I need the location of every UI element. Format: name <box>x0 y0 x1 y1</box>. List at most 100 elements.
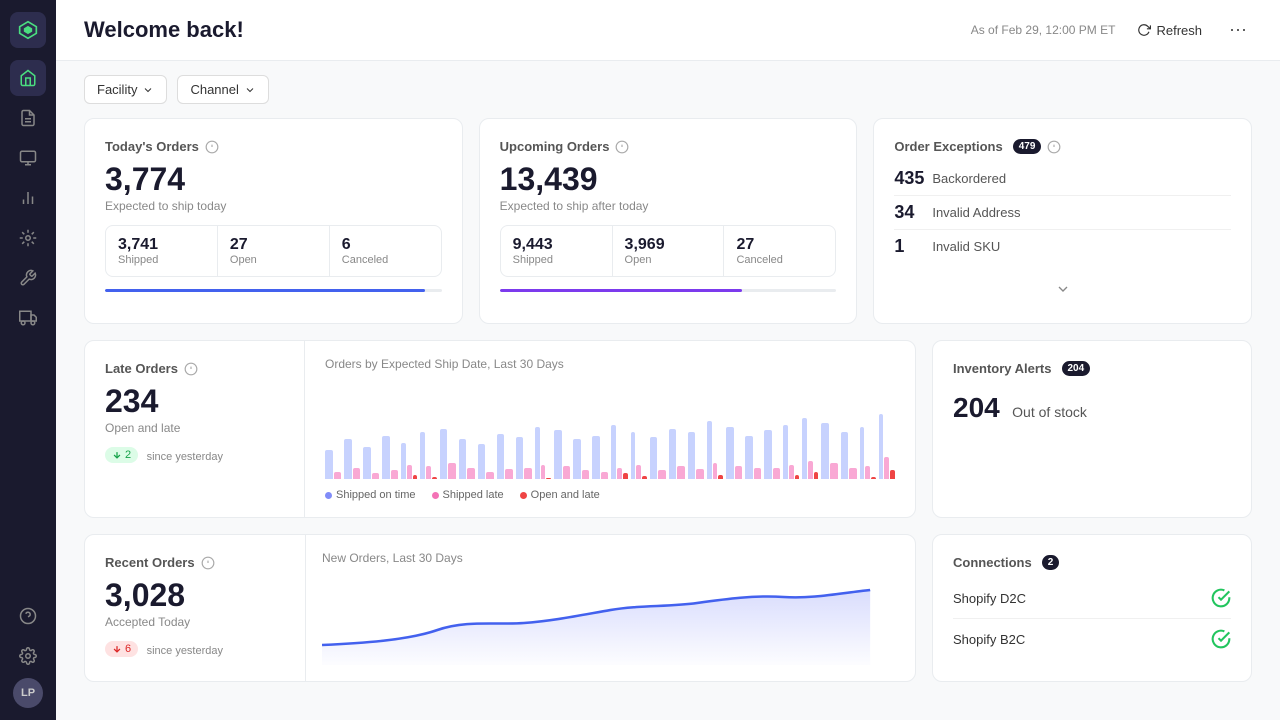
legend-shipped-on-time: Shipped on time <box>325 489 416 501</box>
top-cards-row: Today's Orders 3,774 Expected to ship to… <box>84 118 1252 324</box>
bar-group <box>401 443 417 479</box>
bar-group <box>821 423 837 479</box>
inventory-count: 204 <box>953 392 1000 423</box>
app-logo <box>10 12 46 48</box>
upcoming-orders-metric: 13,439 <box>500 162 837 197</box>
sidebar-item-orders[interactable] <box>10 100 46 136</box>
bar-group <box>344 439 360 479</box>
user-avatar[interactable]: LP <box>13 678 43 708</box>
info-icon[interactable] <box>615 140 629 154</box>
bar <box>546 478 551 479</box>
connections-card: Connections 2 Shopify D2C Shopify B2C <box>932 534 1252 682</box>
shipped-stat: 3,741 Shipped <box>106 226 218 276</box>
bar-group <box>707 421 723 479</box>
sidebar-item-shipping[interactable] <box>10 300 46 336</box>
bar-group <box>745 436 761 479</box>
bar <box>821 423 829 479</box>
bar-group <box>879 414 895 479</box>
late-orders-chart: Orders by Expected Ship Date, Last 30 Da… <box>305 341 915 517</box>
refresh-icon <box>1137 23 1151 37</box>
bar <box>334 472 342 479</box>
late-orders-delta: 2 <box>105 447 138 463</box>
bar-group <box>516 437 532 479</box>
more-options-button[interactable]: ⋯ <box>1224 16 1252 44</box>
card-title: Connections <box>953 555 1032 570</box>
bar <box>669 429 677 479</box>
sidebar-item-reports[interactable] <box>10 180 46 216</box>
bar <box>478 444 486 479</box>
chevron-down-icon <box>1055 281 1071 297</box>
card-header: Connections 2 <box>953 555 1231 570</box>
chart-area-fill <box>322 590 870 665</box>
bar <box>344 439 352 479</box>
bar <box>467 468 475 479</box>
header-actions: As of Feb 29, 12:00 PM ET Refresh ⋯ <box>971 16 1252 44</box>
channel-filter[interactable]: Channel <box>177 75 268 104</box>
legend-dot <box>520 492 527 499</box>
bar <box>582 470 590 479</box>
bar <box>372 473 380 479</box>
bar-group <box>554 430 570 479</box>
sidebar-item-settings[interactable] <box>10 638 46 674</box>
card-header: Late Orders <box>105 361 284 376</box>
expand-exceptions-button[interactable] <box>1049 275 1077 303</box>
refresh-button[interactable]: Refresh <box>1127 17 1212 44</box>
bar <box>841 432 849 479</box>
bar-group <box>650 437 666 479</box>
bar <box>524 468 532 480</box>
canceled-stat: 27 Canceled <box>724 226 835 276</box>
bar <box>459 439 467 479</box>
shipped-stat: 9,443 Shipped <box>501 226 613 276</box>
bar-group <box>382 436 398 479</box>
info-icon[interactable] <box>201 556 215 570</box>
card-header: Recent Orders <box>105 555 285 570</box>
bar <box>849 468 857 479</box>
filters-bar: Facility Channel <box>56 61 1280 118</box>
late-orders-sub: Open and late <box>105 421 284 435</box>
sidebar-item-integrations[interactable] <box>10 220 46 256</box>
delta-label: since yesterday <box>147 645 223 657</box>
bar <box>601 472 609 479</box>
main-content: Welcome back! As of Feb 29, 12:00 PM ET … <box>56 0 1280 720</box>
info-icon[interactable] <box>1047 140 1061 154</box>
card-header: Inventory Alerts 204 <box>953 361 1231 376</box>
bar-group <box>764 430 780 479</box>
inventory-badge: 204 <box>1062 361 1091 376</box>
bar <box>726 427 734 479</box>
recent-orders-chart-area: New Orders, Last 30 Days <box>305 535 915 681</box>
todays-orders-card: Today's Orders 3,774 Expected to ship to… <box>84 118 463 324</box>
card-header: Order Exceptions 479 <box>894 139 1231 154</box>
late-orders-left: Late Orders 234 Open and late 2 since ye… <box>85 341 305 517</box>
sidebar-item-help[interactable] <box>10 598 46 634</box>
bar <box>830 463 838 479</box>
bar <box>718 475 723 479</box>
bar-group <box>611 425 627 479</box>
exceptions-badge: 479 <box>1013 139 1042 154</box>
sidebar-item-tools[interactable] <box>10 260 46 296</box>
card-title: Late Orders <box>105 361 178 376</box>
sidebar-item-inventory[interactable] <box>10 140 46 176</box>
bar <box>773 468 781 480</box>
bar <box>592 436 600 479</box>
timestamp: As of Feb 29, 12:00 PM ET <box>971 23 1116 37</box>
bar-chart <box>325 381 895 481</box>
upcoming-orders-card: Upcoming Orders 13,439 Expected to ship … <box>479 118 858 324</box>
bar-group <box>497 434 513 479</box>
info-icon[interactable] <box>205 140 219 154</box>
check-circle-icon <box>1211 629 1231 649</box>
sidebar-item-home[interactable] <box>10 60 46 96</box>
facility-filter[interactable]: Facility <box>84 75 167 104</box>
bar <box>764 430 772 479</box>
card-title: Recent Orders <box>105 555 195 570</box>
exception-row-invalid-address: 34 Invalid Address <box>894 196 1231 230</box>
bar-group <box>573 439 589 479</box>
legend-dot <box>432 492 439 499</box>
bar <box>650 437 658 479</box>
exception-row-invalid-sku: 1 Invalid SKU <box>894 230 1231 263</box>
todays-orders-stats: 3,741 Shipped 27 Open 6 Canceled <box>105 225 442 277</box>
bar <box>486 472 494 479</box>
upcoming-orders-stats: 9,443 Shipped 3,969 Open 27 Canceled <box>500 225 837 277</box>
bar <box>795 475 800 479</box>
bar <box>432 477 437 479</box>
info-icon[interactable] <box>184 362 198 376</box>
